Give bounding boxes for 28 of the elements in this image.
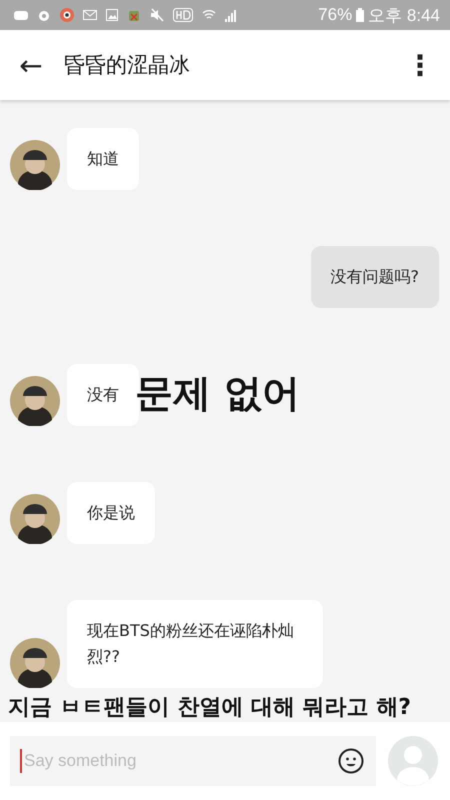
avatar xyxy=(10,638,60,688)
message-bubble: 没有问题吗? xyxy=(310,246,439,308)
menu-button[interactable]: ⋮ xyxy=(406,48,434,82)
mute-icon xyxy=(150,8,164,22)
message-bubble: 知道 xyxy=(67,128,139,190)
image-icon xyxy=(106,9,118,21)
message-bubble: 现在BTS的粉丝还在诬陷朴灿烈?? xyxy=(67,600,323,688)
message-input[interactable]: Say something xyxy=(22,750,338,772)
back-button[interactable]: ← xyxy=(14,48,48,82)
hd-icon xyxy=(173,8,193,22)
text-cursor xyxy=(20,749,22,773)
emoji-icon[interactable] xyxy=(338,748,364,774)
android-icon xyxy=(127,8,141,22)
message-icon xyxy=(14,10,28,20)
avatar xyxy=(10,140,60,190)
message-field[interactable]: Say something xyxy=(10,736,376,786)
clock: 오후 8:44 xyxy=(368,4,440,26)
record-icon xyxy=(60,8,74,22)
battery-icon xyxy=(356,8,364,22)
message-bubble: 你是说 xyxy=(67,482,155,544)
subtitle-caption: 지금 ㅂㅌ팬들이 찬열에 대해 뭐라고 해? xyxy=(8,694,412,722)
chat-title: 昏昏的涩晶冰 xyxy=(64,52,191,79)
battery-level: 76% xyxy=(318,5,352,25)
circle-icon xyxy=(37,8,51,22)
avatar xyxy=(10,494,60,544)
mail-icon xyxy=(83,10,97,20)
signal-icon xyxy=(225,8,237,22)
avatar xyxy=(10,376,60,426)
